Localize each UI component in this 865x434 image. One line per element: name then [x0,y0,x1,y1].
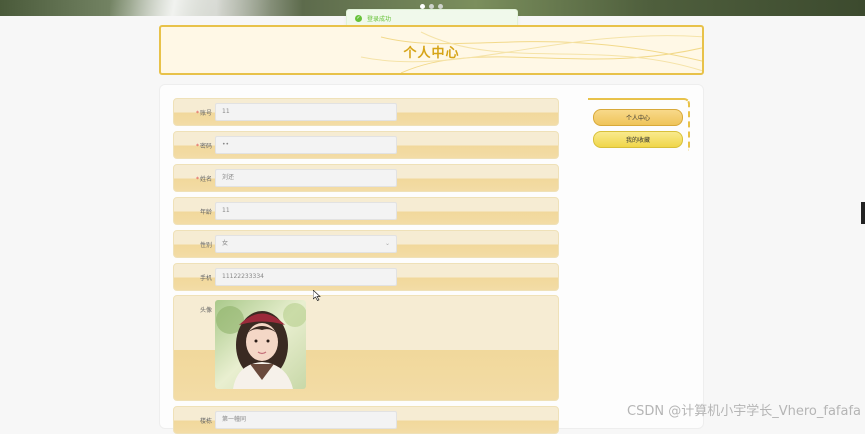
toast-message: 登录成功 [367,16,392,23]
banner-light-streak [110,0,270,16]
account-label: *账号 [195,110,212,117]
phone-label: 手机 [199,275,212,282]
form-row-account: *账号 11 [173,98,559,126]
building-input[interactable]: 第一幢同 [215,411,397,429]
page-title-banner: 个人中心 [159,25,704,75]
form-row-gender: 性别 女 ⌄ [173,230,559,258]
nav-profile-button[interactable]: 个人中心 [593,109,683,126]
mouse-cursor-icon [313,290,321,301]
side-nav: 个人中心 我的收藏 [588,98,690,151]
password-label: *密码 [195,143,212,150]
watermark-text: CSDN @计算机小宇学长_Vhero_fafafa [627,404,861,419]
name-label: *姓名 [195,176,212,183]
gender-select-value: 女 [222,240,229,247]
avatar-label: 头像 [199,307,212,314]
age-label: 年龄 [199,209,212,216]
phone-input[interactable]: 11122233334 [215,268,397,286]
form-row-avatar: 头像 [173,295,559,401]
avatar-image[interactable] [215,300,306,389]
gender-label: 性别 [199,242,212,249]
account-input[interactable]: 11 [215,103,397,121]
name-input[interactable]: 刘还 [215,169,397,187]
success-check-icon: ✓ [355,15,362,22]
form-row-age: 年龄 11 [173,197,559,225]
chevron-down-icon: ⌄ [384,240,390,247]
nav-favorites-button[interactable]: 我的收藏 [593,131,683,148]
gender-select[interactable]: 女 ⌄ [215,235,397,253]
form-row-password: *密码 •• [173,131,559,159]
scroll-handle[interactable] [861,202,865,224]
age-input[interactable]: 11 [215,202,397,220]
page-title: 个人中心 [403,46,460,61]
password-input[interactable]: •• [215,136,397,154]
form-row-building: 楼栋 第一幢同 [173,406,559,434]
form-row-name: *姓名 刘还 [173,164,559,192]
form-row-phone: 手机 11122233334 [173,263,559,291]
